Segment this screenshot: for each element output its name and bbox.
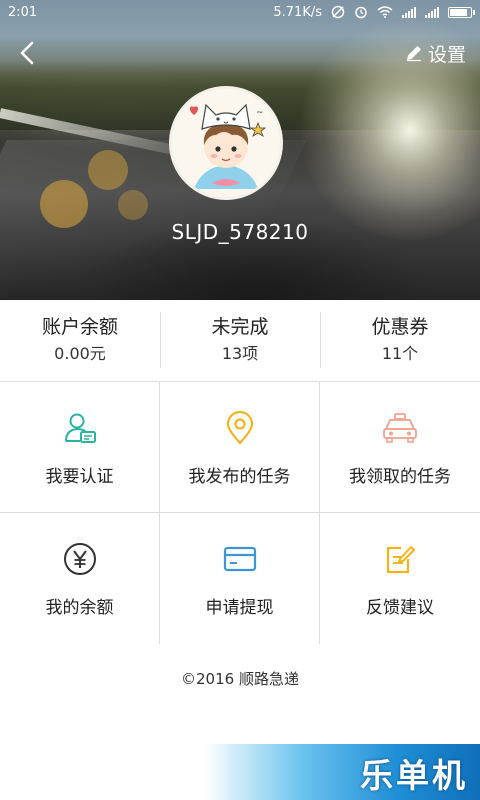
avatar-illustration: ~ [190,103,267,189]
stat-label: 优惠券 [371,316,429,338]
chevron-left-icon [20,41,34,65]
background-bokeh [88,150,128,190]
menu-label: 申请提现 [205,598,274,618]
signal-icon [425,6,439,18]
profile-header: 2:01 5.71K/s 设置 ~ SLJD_578210 [0,0,480,300]
copyright-text: ©2016 顺路急递 [181,670,299,688]
menu-label: 我要认证 [45,466,114,487]
stat-value: 13项 [221,344,259,363]
settings-button[interactable]: 设置 [405,38,466,68]
menu-published-tasks[interactable]: 我发布的任务 [160,382,320,513]
yen-icon [63,543,96,575]
wifi-icon [377,6,393,18]
taxi-icon [383,412,417,443]
account-stats: 账户余额 0.00元 未完成 13项 优惠券 11个 [0,300,480,380]
user-card-icon [64,413,96,443]
stat-coupons[interactable]: 优惠券 11个 [320,300,480,380]
edit-note-icon [386,546,415,574]
menu-label: 我领取的任务 [349,466,451,487]
stat-label: 未完成 [211,316,269,338]
menu-balance[interactable]: 我的余额 [0,513,160,644]
stat-value: 0.00元 [54,344,106,363]
stat-unfinished[interactable]: 未完成 13项 [160,300,320,380]
menu-label: 我发布的任务 [188,466,291,487]
pencil-icon [406,46,421,62]
credit-card-icon [223,546,256,572]
back-button[interactable] [12,38,42,68]
alarm-icon [355,6,367,19]
stat-value: 11个 [381,344,419,363]
menu-grid: 我要认证 我发布的任务 我领取的任务 我的余额 申请提现 反馈建议 [0,381,480,644]
menu-label: 我的余额 [45,598,114,618]
menu-feedback[interactable]: 反馈建议 [320,513,480,644]
status-time: 2:01 [8,4,38,20]
avatar[interactable]: ~ [169,86,283,200]
username: SLJD_578210 [171,220,309,244]
status-bar: 2:01 5.71K/s [0,0,480,24]
netspeed-text: 5.71K/s [273,4,322,20]
battery-icon [448,6,475,18]
menu-label: 反馈建议 [366,598,434,618]
menu-withdraw[interactable]: 申请提现 [160,513,320,644]
stat-balance[interactable]: 账户余额 0.00元 [0,300,160,380]
mute-icon [331,5,345,19]
signal-icon [402,6,416,18]
settings-label: 设置 [427,43,466,66]
watermark-logo: 乐单机 [360,756,468,795]
background-bokeh [118,190,148,220]
stat-label: 账户余额 [41,316,118,338]
menu-accepted-tasks[interactable]: 我领取的任务 [320,382,480,513]
location-pin-icon [226,410,253,445]
menu-verify[interactable]: 我要认证 [0,382,160,513]
svg-text:~: ~ [256,108,264,118]
